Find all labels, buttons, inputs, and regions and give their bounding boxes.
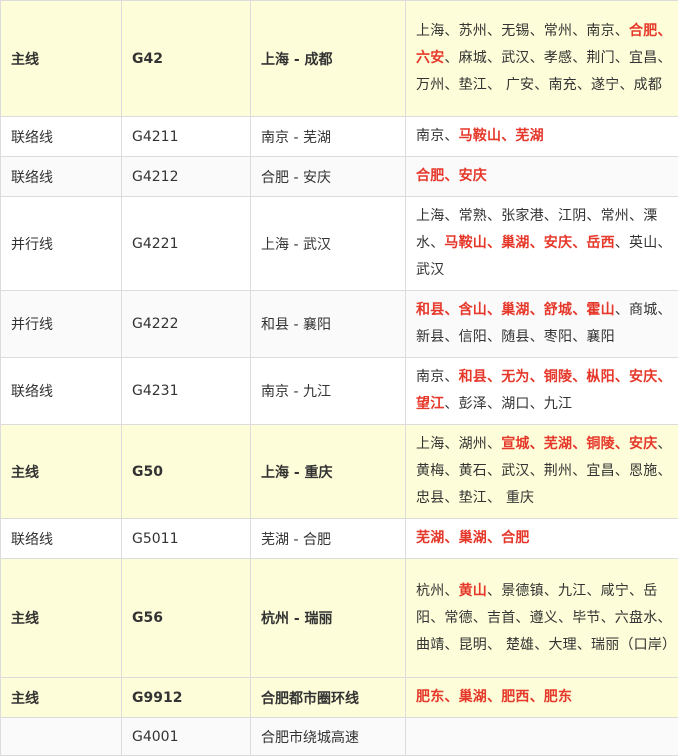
cities-text: 南京、 [416, 128, 459, 144]
route-code-cell: G5011 [122, 519, 251, 559]
highlighted-cities: 黄山 [459, 583, 487, 599]
table-row: G4001合肥市绕城高速 [1, 718, 678, 756]
highlighted-cities: 和县、含山、巢湖、舒城、霍山 [416, 302, 615, 318]
cities-cell: 南京、马鞍山、芜湖 [406, 117, 678, 157]
route-endpoints-cell: 南京 - 芜湖 [251, 117, 406, 157]
highlighted-cities: 宣城、芜湖、铜陵、安庆 [501, 436, 657, 452]
highlighted-cities: 马鞍山、芜湖 [459, 128, 544, 144]
route-endpoints-cell: 杭州 - 瑞丽 [251, 559, 406, 678]
route-endpoints-cell: 合肥都市圈环线 [251, 678, 406, 718]
cities-cell: 上海、苏州、无锡、常州、南京、合肥、六安、麻城、武汉、孝感、荆门、宜昌、万州、垫… [406, 1, 678, 117]
route-code-cell: G4222 [122, 291, 251, 358]
route-code-cell: G4231 [122, 358, 251, 425]
cities-cell: 杭州、黄山、景德镇、九江、咸宁、岳阳、常德、吉首、遵义、毕节、六盘水、曲靖、昆明… [406, 559, 678, 678]
cities-text: 杭州、 [416, 583, 459, 599]
route-code-cell: G56 [122, 559, 251, 678]
route-endpoints-cell: 合肥 - 安庆 [251, 157, 406, 197]
route-type-cell: 联络线 [1, 157, 122, 197]
cities-cell: 肥东、巢湖、肥西、肥东 [406, 678, 678, 718]
cities-cell: 上海、湖州、宣城、芜湖、铜陵、安庆、黄梅、黄石、武汉、荆州、宜昌、恩施、忠县、垫… [406, 425, 678, 519]
table-row: 联络线G4231南京 - 九江南京、和县、无为、铜陵、枞阳、安庆、望江、彭泽、湖… [1, 358, 678, 425]
route-type-cell: 并行线 [1, 291, 122, 358]
route-type-cell [1, 718, 122, 756]
table-row: 主线G42上海 - 成都上海、苏州、无锡、常州、南京、合肥、六安、麻城、武汉、孝… [1, 1, 678, 117]
route-endpoints-cell: 南京 - 九江 [251, 358, 406, 425]
cities-cell: 南京、和县、无为、铜陵、枞阳、安庆、望江、彭泽、湖口、九江 [406, 358, 678, 425]
cities-cell: 上海、常熟、张家港、江阴、常州、溧水、马鞍山、巢湖、安庆、岳西、英山、武汉 [406, 197, 678, 291]
table-body: 主线G42上海 - 成都上海、苏州、无锡、常州、南京、合肥、六安、麻城、武汉、孝… [1, 1, 678, 756]
table-row: 主线G9912合肥都市圈环线肥东、巢湖、肥西、肥东 [1, 678, 678, 718]
route-type-cell: 并行线 [1, 197, 122, 291]
route-code-cell: G4001 [122, 718, 251, 756]
highlighted-cities: 马鞍山、巢湖、安庆、岳西 [444, 235, 614, 251]
table-row: 联络线G5011芜湖 - 合肥芜湖、巢湖、合肥 [1, 519, 678, 559]
cities-cell [406, 718, 678, 756]
highlighted-cities: 肥东、巢湖、肥西、肥东 [416, 689, 572, 705]
route-type-cell: 主线 [1, 1, 122, 117]
table-row: 并行线G4221上海 - 武汉上海、常熟、张家港、江阴、常州、溧水、马鞍山、巢湖… [1, 197, 678, 291]
cities-text: 上海、苏州、无锡、常州、南京、 [416, 23, 629, 39]
route-code-cell: G9912 [122, 678, 251, 718]
highlighted-cities: 合肥、安庆 [416, 168, 487, 184]
table-row: 主线G50上海 - 重庆上海、湖州、宣城、芜湖、铜陵、安庆、黄梅、黄石、武汉、荆… [1, 425, 678, 519]
route-type-cell: 主线 [1, 678, 122, 718]
cities-cell: 芜湖、巢湖、合肥 [406, 519, 678, 559]
route-code-cell: G50 [122, 425, 251, 519]
route-type-cell: 主线 [1, 425, 122, 519]
route-code-cell: G42 [122, 1, 251, 117]
cities-text: 上海、湖州、 [416, 436, 501, 452]
route-endpoints-cell: 合肥市绕城高速 [251, 718, 406, 756]
route-type-cell: 联络线 [1, 519, 122, 559]
cities-text: 南京、 [416, 369, 459, 385]
table-row: 主线G56杭州 - 瑞丽杭州、黄山、景德镇、九江、咸宁、岳阳、常德、吉首、遵义、… [1, 559, 678, 678]
route-endpoints-cell: 上海 - 重庆 [251, 425, 406, 519]
cities-text: 、彭泽、湖口、九江 [444, 396, 572, 412]
route-endpoints-cell: 上海 - 成都 [251, 1, 406, 117]
table-row: 联络线G4211南京 - 芜湖南京、马鞍山、芜湖 [1, 117, 678, 157]
route-type-cell: 联络线 [1, 117, 122, 157]
table-row: 联络线G4212合肥 - 安庆合肥、安庆 [1, 157, 678, 197]
cities-cell: 合肥、安庆 [406, 157, 678, 197]
expressway-table: 主线G42上海 - 成都上海、苏州、无锡、常州、南京、合肥、六安、麻城、武汉、孝… [0, 0, 678, 756]
route-endpoints-cell: 和县 - 襄阳 [251, 291, 406, 358]
route-code-cell: G4221 [122, 197, 251, 291]
table-row: 并行线G4222和县 - 襄阳和县、含山、巢湖、舒城、霍山、商城、新县、信阳、随… [1, 291, 678, 358]
route-type-cell: 联络线 [1, 358, 122, 425]
highlighted-cities: 芜湖、巢湖、合肥 [416, 530, 530, 546]
route-code-cell: G4211 [122, 117, 251, 157]
cities-text: 、麻城、武汉、孝感、荆门、宜昌、万州、垫江、 广安、南充、遂宁、成都 [416, 50, 672, 93]
route-code-cell: G4212 [122, 157, 251, 197]
route-type-cell: 主线 [1, 559, 122, 678]
cities-cell: 和县、含山、巢湖、舒城、霍山、商城、新县、信阳、随县、枣阳、襄阳 [406, 291, 678, 358]
route-endpoints-cell: 上海 - 武汉 [251, 197, 406, 291]
route-endpoints-cell: 芜湖 - 合肥 [251, 519, 406, 559]
